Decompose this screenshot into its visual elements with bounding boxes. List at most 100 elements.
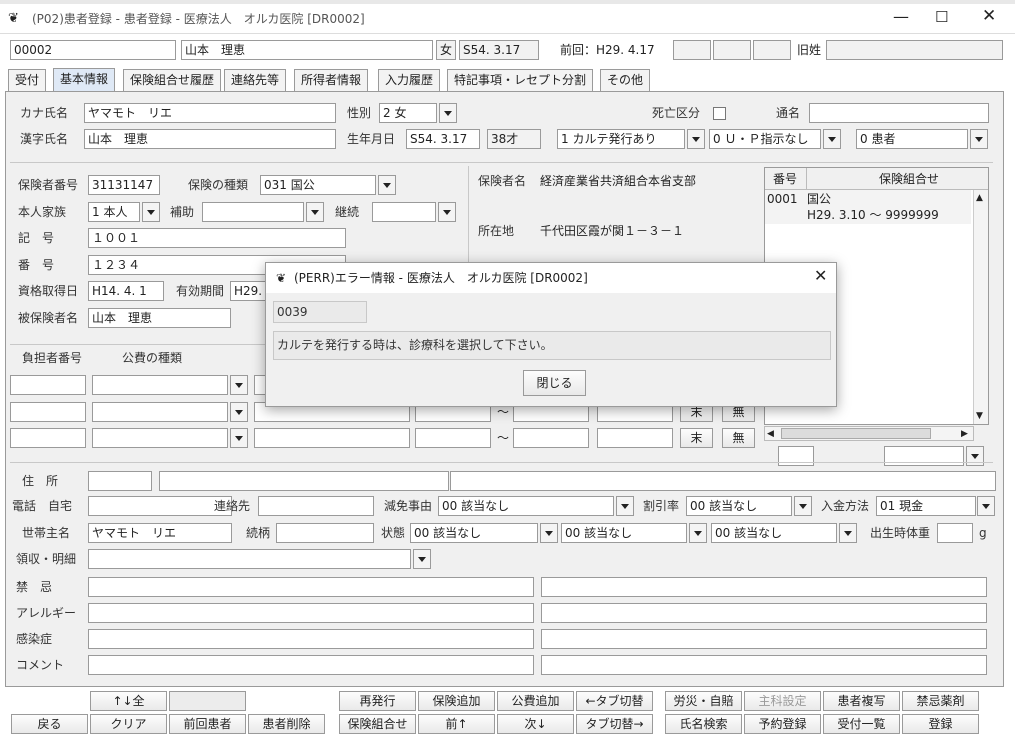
taboo-field-1[interactable]	[88, 577, 534, 597]
status-select-3[interactable]: 00 該当なし	[711, 523, 837, 543]
holder-field[interactable]: 山本 理恵	[88, 308, 231, 328]
insurance-type-dropdown[interactable]	[378, 175, 396, 195]
scroll-right-icon[interactable]: ▶	[961, 425, 968, 443]
tab-next-button[interactable]: タブ切替→	[576, 714, 653, 734]
public-type-field-3[interactable]	[92, 428, 228, 448]
status-dropdown-3[interactable]	[839, 523, 857, 543]
add-insurance-button[interactable]: 保険追加	[418, 691, 495, 711]
relation-select[interactable]: 1 本人	[88, 202, 140, 222]
birth-weight-field[interactable]	[937, 523, 973, 543]
reception-list-button[interactable]: 受付一覧	[823, 714, 900, 734]
insurer-no-field[interactable]: 31131147	[88, 175, 160, 195]
combo-extra-select[interactable]	[884, 446, 964, 466]
scroll-up-icon[interactable]: ▲	[976, 189, 983, 207]
kana-field[interactable]: ヤマモト リエ	[84, 103, 336, 123]
public-no-field-1[interactable]	[10, 375, 86, 395]
addr-field-1[interactable]	[159, 471, 449, 491]
alias-field[interactable]	[809, 103, 989, 123]
tab-income[interactable]: 所得者情報	[294, 69, 369, 91]
status-select-1[interactable]: 00 該当なし	[410, 523, 538, 543]
clear-button[interactable]: クリア	[90, 714, 167, 734]
comment-field-2[interactable]	[541, 655, 987, 675]
aux-dropdown[interactable]	[306, 202, 324, 222]
contact-phone-field[interactable]	[258, 496, 374, 516]
comment-field-1[interactable]	[88, 655, 534, 675]
dialog-close-button[interactable]: 閉じる	[523, 370, 586, 396]
dialog-close-icon[interactable]: ✕	[814, 267, 827, 285]
maximize-icon[interactable]: ☐	[935, 8, 948, 26]
public-end-field-3[interactable]	[513, 428, 589, 448]
tab-other[interactable]: その他	[600, 69, 651, 91]
valid-field[interactable]: H29. 3	[230, 281, 270, 301]
up-select[interactable]: 0 Ｕ・Ｐ指示なし	[709, 129, 821, 149]
tab-input-history[interactable]: 入力履歴	[378, 69, 441, 91]
public-extra-field-3[interactable]	[597, 428, 673, 448]
register-button[interactable]: 登録	[902, 714, 979, 734]
insurance-combo-button[interactable]: 保険組合せ	[339, 714, 416, 734]
cont-select[interactable]	[372, 202, 436, 222]
phone-field[interactable]	[88, 496, 232, 516]
tab-prev-button[interactable]: ←タブ切替	[576, 691, 653, 711]
acq-field[interactable]: H14. 4. 1	[88, 281, 164, 301]
addr-field-2[interactable]	[450, 471, 996, 491]
sex-select[interactable]: 2 女	[379, 103, 437, 123]
back-button[interactable]: 戻る	[11, 714, 88, 734]
receipt-dropdown[interactable]	[413, 549, 431, 569]
prev-button[interactable]: 前↑	[418, 714, 495, 734]
tab-basic-info[interactable]: 基本情報	[53, 68, 116, 92]
end-button-3[interactable]: 末	[680, 428, 713, 448]
household-field[interactable]: ヤマモト リエ	[88, 523, 232, 543]
add-public-button[interactable]: 公費追加	[497, 691, 574, 711]
kanji-field[interactable]: 山本 理恵	[84, 129, 336, 149]
household-relation-field[interactable]	[276, 523, 374, 543]
scroll-left-icon[interactable]: ◀	[767, 425, 774, 443]
infection-field-2[interactable]	[541, 629, 987, 649]
public-no-field-2[interactable]	[10, 402, 86, 422]
hscroll-thumb[interactable]	[781, 428, 931, 439]
public-type-dropdown-1[interactable]	[230, 375, 248, 395]
reduction-select[interactable]: 00 該当なし	[438, 496, 614, 516]
infection-field-1[interactable]	[88, 629, 534, 649]
close-icon[interactable]: ✕	[982, 7, 996, 25]
next-button[interactable]: 次↓	[497, 714, 574, 734]
discount-dropdown[interactable]	[794, 496, 812, 516]
public-type-dropdown-3[interactable]	[230, 428, 248, 448]
taboo-drug-button[interactable]: 禁忌薬剤	[902, 691, 979, 711]
reduction-dropdown[interactable]	[616, 496, 634, 516]
karte-dropdown[interactable]	[687, 129, 705, 149]
postal-field[interactable]	[88, 471, 152, 491]
public-type-field-1[interactable]	[92, 375, 228, 395]
birth-field[interactable]: S54. 3.17	[406, 129, 480, 149]
name-search-button[interactable]: 氏名検索	[665, 714, 742, 734]
scroll-down-icon[interactable]: ▼	[976, 407, 983, 425]
payment-select[interactable]: 01 現金	[876, 496, 976, 516]
patient-name-field[interactable]: 山本 理恵	[181, 40, 433, 60]
prev-patient-button[interactable]: 前回患者	[169, 714, 246, 734]
tab-special-notes[interactable]: 特記事項・レセプト分割	[447, 69, 594, 91]
kigo-field[interactable]: １００１	[88, 228, 346, 248]
cont-dropdown[interactable]	[438, 202, 456, 222]
public-type-field-2[interactable]	[92, 402, 228, 422]
combo-vscroll[interactable]: ▲ ▼	[973, 190, 988, 424]
insurance-type-select[interactable]: 031 国公	[260, 175, 376, 195]
receipt-select[interactable]	[88, 549, 411, 569]
none-button-3[interactable]: 無	[722, 428, 755, 448]
tab-contact[interactable]: 連絡先等	[224, 69, 287, 91]
patient-type-select[interactable]: 0 患者	[856, 129, 968, 149]
delete-patient-button[interactable]: 患者削除	[248, 714, 325, 734]
combo-extra-field[interactable]	[778, 446, 814, 466]
up-dropdown[interactable]	[823, 129, 841, 149]
status-dropdown-2[interactable]	[689, 523, 707, 543]
relation-dropdown[interactable]	[142, 202, 160, 222]
taboo-field-2[interactable]	[541, 577, 987, 597]
list-item[interactable]: 0001 国公 H29. 3.10 ～ 9999999	[765, 190, 971, 224]
combo-hscroll[interactable]: ◀ ▶	[764, 426, 974, 441]
status-select-2[interactable]: 00 該当なし	[561, 523, 687, 543]
minimize-icon[interactable]: —	[893, 8, 909, 26]
patient-id-field[interactable]: 00002	[10, 40, 176, 60]
allergy-field-2[interactable]	[541, 603, 987, 623]
status-dropdown-1[interactable]	[540, 523, 558, 543]
death-checkbox[interactable]	[713, 107, 726, 120]
reissue-button[interactable]: 再発行	[339, 691, 416, 711]
copy-patient-button[interactable]: 患者複写	[823, 691, 900, 711]
